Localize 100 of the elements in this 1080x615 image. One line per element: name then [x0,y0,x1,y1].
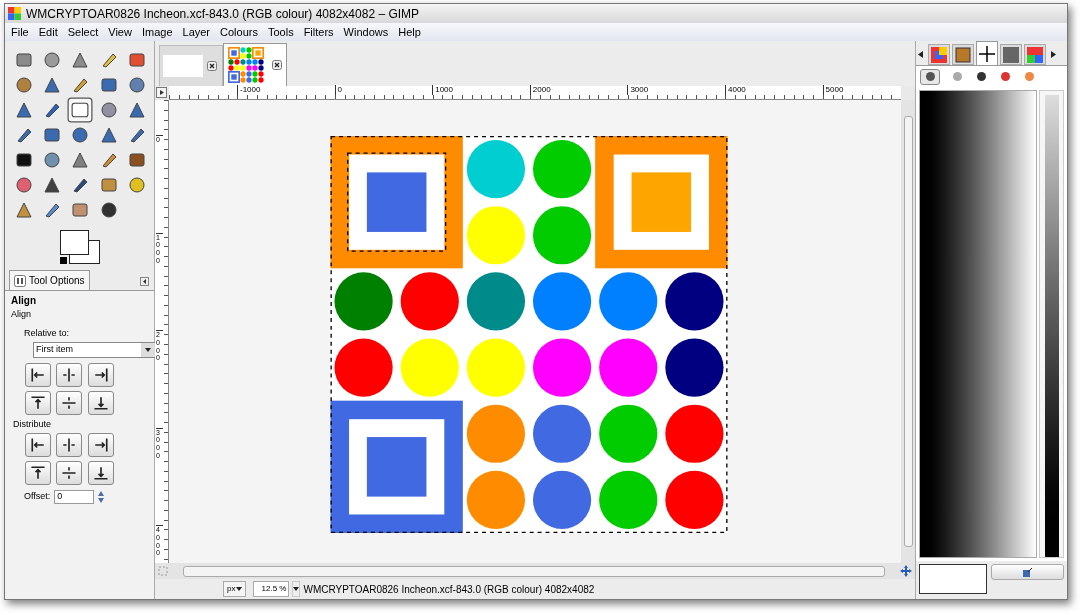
ruler-label: 0 [334,85,343,95]
ruler-menu-icon[interactable] [155,86,169,100]
brush-preview [919,564,987,594]
dock-tab-icon [1027,46,1043,63]
arrow-icon [29,366,47,384]
app-icon [8,7,21,20]
edit-button[interactable] [991,564,1064,580]
tool-icon [126,50,147,70]
tool-button[interactable] [14,150,34,170]
tool-button[interactable] [98,125,119,145]
tool-icon [126,175,147,195]
align-button[interactable] [87,363,114,387]
vertical-scrollbar[interactable] [901,100,915,563]
panel-menu-icon[interactable] [140,277,149,286]
tool-icon [70,50,91,70]
image-tab[interactable] [223,43,287,86]
tool-button[interactable] [126,100,147,120]
panel-tab-icon [951,71,963,82]
menu-item[interactable]: Windows [343,23,389,41]
tool-icon [98,125,119,145]
tool-button[interactable] [42,125,63,145]
ruler-label: 4000 [725,85,746,95]
tool-icon [14,100,34,120]
tool-button[interactable] [98,200,119,220]
align-button[interactable] [56,432,83,457]
tool-icon [70,150,91,170]
color-swatches-drawing[interactable] [60,230,100,264]
arrow-icon [60,394,79,412]
scroll-right-icon[interactable] [1051,51,1056,58]
dropdown-icon[interactable] [292,581,301,597]
menu-item[interactable]: Tools [267,23,294,41]
align-button[interactable] [25,363,51,387]
dock-tab-icon [979,45,995,62]
horizontal-scrollbar[interactable] [183,565,885,577]
unit-select[interactable]: px [223,581,247,597]
align-button[interactable] [25,432,51,457]
tool-button[interactable] [42,175,63,195]
section-label: Align [10,308,32,321]
menu-item[interactable]: View [108,23,132,41]
tool-button[interactable] [70,150,91,170]
arrow-icon [91,394,110,412]
align-button[interactable] [87,432,114,457]
align-button[interactable] [25,391,51,415]
tool-icon [126,75,147,95]
menu-item[interactable]: Help [398,23,421,41]
tool-button[interactable] [126,150,147,170]
align-button[interactable] [56,391,83,415]
menu-item[interactable]: Layer [182,23,211,41]
tab-label: Tool Options [29,274,85,288]
menu-item[interactable]: Colours [220,23,258,41]
align-button[interactable] [56,460,83,485]
spinner-icon[interactable] [98,489,105,504]
menu-item[interactable]: Filters [303,23,334,41]
tool-button[interactable] [70,125,91,145]
panel-tab[interactable] [920,68,940,85]
dock-tab-icon [931,46,947,63]
panel-tab-icon [1023,71,1035,82]
panel-tab-icon [999,71,1011,82]
tool-options-tab[interactable]: Tool Options [9,270,90,290]
align-button[interactable] [25,460,51,485]
tool-icon [14,175,34,195]
dock-tab[interactable] [952,44,974,65]
dropdown-icon [236,587,243,591]
dock-tab[interactable] [976,41,998,65]
ruler-label: 1000 [432,85,453,95]
relative-select[interactable]: First item [33,342,156,358]
menu-item[interactable]: File [11,23,29,41]
tool-icon [14,50,34,70]
image-thumbnail [228,47,264,83]
tool-icon [70,200,91,220]
tool-icon [98,75,119,95]
dock-tab-icon [1003,46,1019,63]
menu-item[interactable]: Edit [38,23,58,41]
scroll-left-icon[interactable] [918,51,923,58]
align-button[interactable] [56,363,83,387]
scroll-thumb[interactable] [903,116,913,547]
tool-button[interactable] [42,75,63,95]
image-canvas[interactable] [169,100,901,563]
offset-field[interactable]: 0 [54,489,95,504]
ruler-label: 5000 [822,85,844,95]
tool-icon [14,75,34,95]
tool-button[interactable] [67,97,93,123]
tool-button[interactable] [98,75,119,95]
tool-icon [70,125,91,145]
tool-icon [42,50,63,70]
navigate-icon[interactable] [900,565,912,577]
align-button[interactable] [87,391,114,415]
tool-button[interactable] [14,100,34,120]
tool-icon [98,200,119,220]
align-button[interactable] [87,460,114,485]
close-icon[interactable] [207,61,217,71]
ruler-label: 2000 [529,85,551,95]
close-icon[interactable] [272,60,282,70]
panel-tab-icon [924,71,936,82]
options-icon [14,274,26,287]
zoom-field[interactable]: 12.5 % [253,581,290,597]
menu-item[interactable]: Select [67,23,99,41]
tool-icon [42,175,63,195]
menu-item[interactable]: Image [141,23,173,41]
tool-icon [42,125,63,145]
